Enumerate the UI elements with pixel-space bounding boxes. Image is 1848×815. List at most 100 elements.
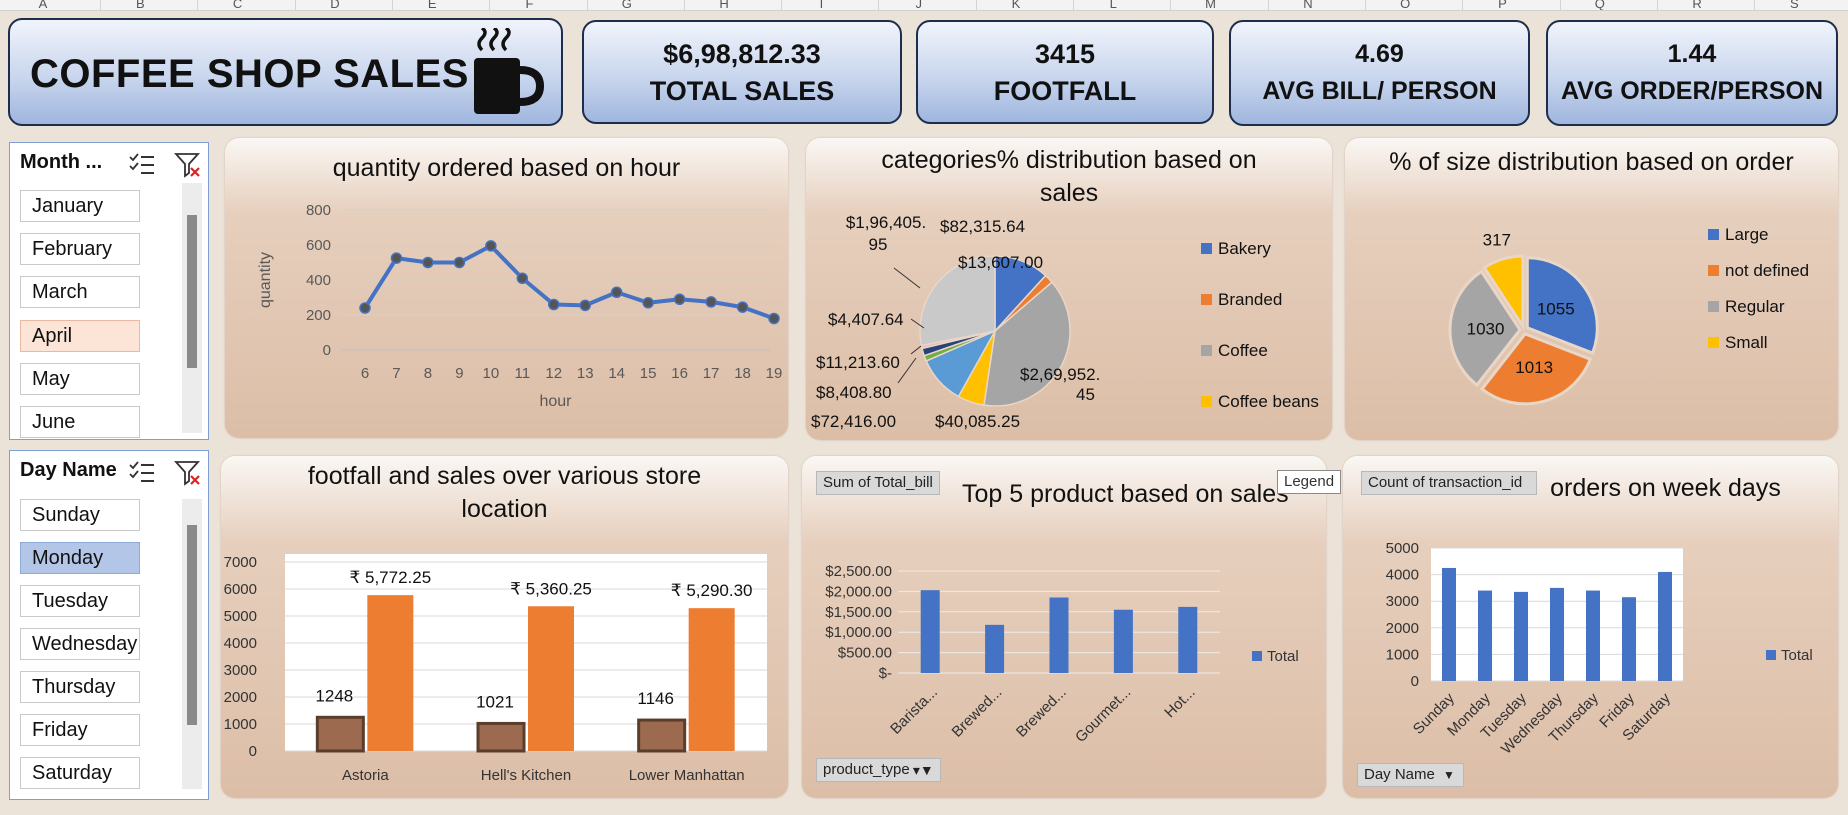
slicer-item-thursday[interactable]: Thursday (20, 671, 140, 703)
bar (1442, 567, 1456, 681)
y-tick-label: 6000 (224, 581, 257, 598)
x-tick-label: 13 (577, 365, 594, 382)
leader-line (893, 267, 921, 289)
x-tick-label: Hell's Kitchen (481, 767, 571, 784)
column-divider (1754, 0, 1756, 10)
column-letter[interactable]: E (417, 0, 447, 10)
column-letter[interactable]: F (515, 0, 545, 10)
clear-filter-icon[interactable] (174, 459, 202, 487)
slicer-item-wednesday[interactable]: Wednesday (20, 628, 140, 660)
store-bar-chart: 0 1000 2000 3000 4000 5000 6000 7000 Astoria Hell… (224, 554, 767, 784)
x-tick-label: 14 (608, 365, 625, 382)
avg-order-value: 1.44 (1667, 40, 1717, 68)
column-divider (683, 0, 685, 10)
slicer-item-january[interactable]: January (20, 190, 140, 222)
column-letter[interactable]: J (904, 0, 934, 10)
month-slicer-scroll-thumb[interactable] (187, 215, 197, 368)
hourly-chart-card[interactable]: quantity ordered based on hour 0 200 400 60… (225, 138, 788, 438)
y-tick-label: $2,000.00 (825, 583, 892, 600)
column-divider (391, 0, 393, 10)
day-name-slicer[interactable]: Day Name Sunday Monday Tuesday Wednesday Thu… (9, 450, 209, 800)
column-letter[interactable]: O (1390, 0, 1420, 10)
clear-filter-icon[interactable] (174, 151, 202, 179)
x-tick-label: Barista... (887, 684, 941, 738)
bar (1514, 591, 1528, 681)
data-label: 1030 (1467, 319, 1505, 338)
x-tick-label: 16 (671, 365, 688, 382)
column-letter[interactable]: A (28, 0, 58, 10)
x-tick-label: 9 (455, 365, 463, 382)
product-type-label: product_type (823, 761, 910, 778)
column-letter[interactable]: M (1196, 0, 1226, 10)
column-divider (1364, 0, 1366, 10)
day-slicer-title: Day Name (20, 459, 117, 481)
data-point (422, 256, 434, 269)
store-chart-card[interactable]: footfall and sales over various store lo… (221, 456, 788, 798)
data-label: 1146 (637, 689, 674, 708)
slicer-item-monday[interactable]: Monday (20, 542, 140, 574)
column-letter[interactable]: S (1779, 0, 1809, 10)
slicer-item-sunday[interactable]: Sunday (20, 499, 140, 531)
x-tick-label: 19 (766, 365, 783, 382)
bar (1178, 606, 1198, 673)
data-point (548, 298, 560, 311)
column-letter[interactable]: C (223, 0, 253, 10)
data-point (705, 296, 717, 308)
slicer-item-saturday[interactable]: Saturday (20, 757, 140, 789)
multi-select-icon[interactable] (128, 459, 156, 485)
categories-chart-card[interactable]: categories% distribution based on sales … (806, 138, 1332, 440)
legend-swatch (1708, 301, 1719, 312)
slicer-item-march[interactable]: March (20, 276, 140, 309)
legend-swatch (1708, 265, 1719, 276)
column-letter[interactable]: L (1098, 0, 1128, 10)
column-divider (975, 0, 977, 10)
column-letter[interactable]: D (320, 0, 350, 10)
day-slicer-scroll-thumb[interactable] (187, 525, 197, 725)
legend-label: Coffee (1218, 341, 1268, 360)
x-tick-label: Lower Manhattan (629, 767, 745, 784)
slicer-item-february[interactable]: February (20, 233, 140, 266)
column-letter[interactable]: Q (1585, 0, 1615, 10)
column-letter[interactable]: R (1682, 0, 1712, 10)
column-letter[interactable]: P (1488, 0, 1518, 10)
kpi-avg-bill: 4.69 AVG BILL/ PERSON (1229, 20, 1530, 126)
size-chart-card[interactable]: % of size distribution based on order 10… (1345, 138, 1838, 440)
data-label: 1248 (315, 686, 353, 705)
data-label: 317 (1483, 230, 1511, 249)
slicer-item-may[interactable]: May (20, 362, 140, 395)
x-tick-label: 12 (545, 365, 562, 382)
slicer-item-june[interactable]: June (20, 406, 140, 438)
y-tick-label: 1000 (224, 716, 257, 733)
day-name-filter[interactable]: Day Name ▼ (1357, 763, 1464, 787)
y-tick-label: 5000 (1386, 540, 1419, 557)
bar (1658, 571, 1672, 681)
month-slicer-scrollbar[interactable] (182, 183, 202, 433)
slicer-item-tuesday[interactable]: Tuesday (20, 585, 140, 617)
bar (1550, 587, 1564, 681)
month-slicer[interactable]: Month ... January February March April May Ju… (9, 142, 209, 440)
product-type-filter[interactable]: product_type ▾▼ (816, 758, 941, 782)
column-letter[interactable]: K (1001, 0, 1031, 10)
bar (1586, 590, 1600, 681)
legend-swatch (1201, 396, 1212, 407)
x-tick-label: 18 (734, 365, 751, 382)
column-letter[interactable]: B (125, 0, 155, 10)
slicer-item-friday[interactable]: Friday (20, 714, 140, 746)
multi-select-icon[interactable] (128, 151, 156, 177)
legend-label: Regular (1725, 297, 1785, 316)
bar (985, 624, 1005, 673)
column-letter[interactable]: N (1293, 0, 1323, 10)
slicer-item-april[interactable]: April (20, 319, 140, 352)
day-slicer-scrollbar[interactable] (182, 499, 202, 789)
data-label: ₹ 5,360.25 (510, 579, 592, 598)
data-label: 1013 (1515, 358, 1553, 377)
x-tick-label: Gourmet... (1072, 684, 1134, 746)
column-letter[interactable]: G (612, 0, 642, 10)
bar (315, 715, 365, 753)
weekdays-chart-card[interactable]: orders on week days Count of transaction… (1343, 456, 1838, 798)
data-point (485, 240, 497, 252)
column-letter[interactable]: H (709, 0, 739, 10)
top5-chart-card[interactable]: Top 5 product based on sales Sum of Tota… (802, 456, 1326, 798)
column-divider (1170, 0, 1172, 10)
column-letter[interactable]: I (806, 0, 836, 10)
